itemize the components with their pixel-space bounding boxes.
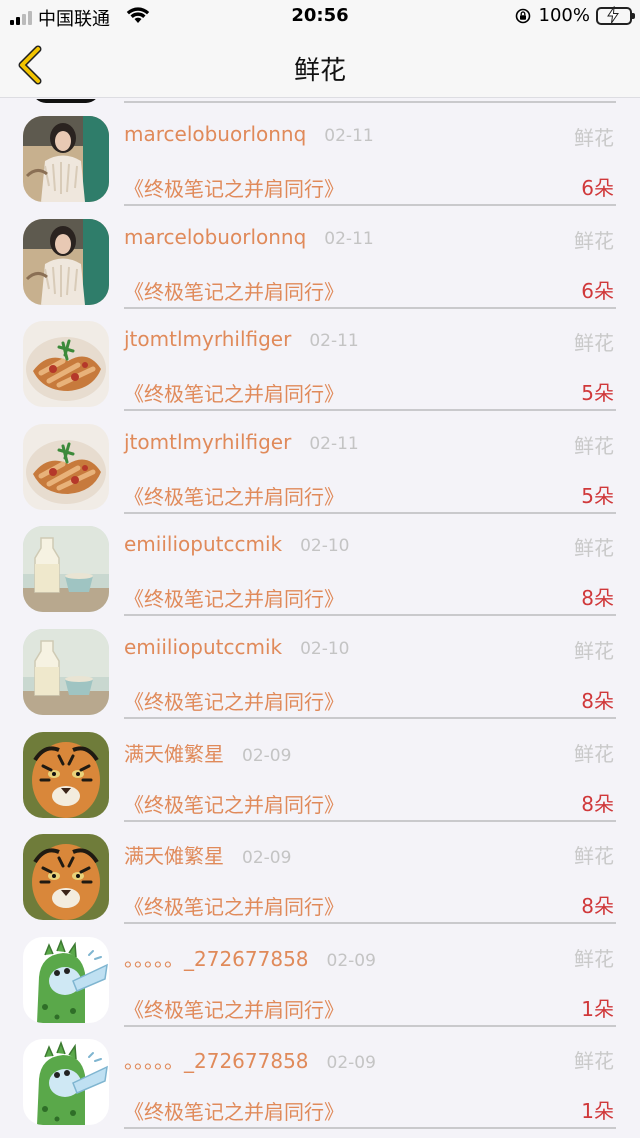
gift-type: 鲜花 xyxy=(574,639,614,663)
name-line: jtomtlmyrhilfiger 02-11 xyxy=(124,327,359,351)
list-item[interactable]: emiilioputccmik 02-10 鲜花《终极笔记之并肩同行》 8朵 xyxy=(0,613,640,719)
battery-percent: 100% xyxy=(538,5,590,26)
row-divider xyxy=(124,1127,616,1130)
user-name[interactable]: emiilioputccmik xyxy=(124,635,282,659)
gift-date: 02-11 xyxy=(309,433,359,454)
avatar[interactable] xyxy=(23,423,109,510)
list-item[interactable]: jtomtlmyrhilfiger 02-11 鲜花《终极笔记之并肩同行》 5朵 xyxy=(0,305,640,412)
name-line: emiilioputccmik 02-10 xyxy=(124,532,349,556)
avatar[interactable] xyxy=(23,526,109,613)
orientation-lock-icon xyxy=(515,8,530,23)
list-item[interactable]: marcelobuorlonnq 02-11 鲜花《终极笔记之并肩同行》 6朵 xyxy=(0,100,640,206)
gift-count: 1朵 xyxy=(581,1099,614,1124)
list-item[interactable]: jtomtlmyrhilfiger 02-11 鲜花《终极笔记之并肩同行》 5朵 xyxy=(0,408,640,514)
gift-count: 8朵 xyxy=(581,586,614,611)
status-bar: 中国联通 20:56 100% xyxy=(0,0,640,32)
gift-count: 5朵 xyxy=(581,483,614,508)
name-line: 满天傩繁星 02-09 xyxy=(124,840,291,869)
book-title[interactable]: 《终极笔记之并肩同行》 xyxy=(124,173,344,202)
list-item[interactable]: 。。。。。_272677858 02-09 鲜花《终极笔记之并肩同行》 1朵 xyxy=(0,1023,640,1130)
navigation-bar: 鲜花 xyxy=(0,32,640,98)
user-name[interactable]: 满天傩繁星 xyxy=(124,738,224,767)
status-right: 100% xyxy=(515,5,635,26)
avatar[interactable] xyxy=(23,731,109,818)
user-name[interactable]: 。。。。。_272677858 xyxy=(124,1045,309,1074)
gift-type: 鲜花 xyxy=(574,126,614,150)
avatar[interactable] xyxy=(23,218,109,305)
avatar[interactable] xyxy=(23,629,109,715)
user-name[interactable]: jtomtlmyrhilfiger xyxy=(124,430,291,454)
gift-type: 鲜花 xyxy=(574,946,614,971)
gift-count: 6朵 xyxy=(581,278,614,303)
gift-date: 02-11 xyxy=(324,126,374,146)
book-title[interactable]: 《终极笔记之并肩同行》 xyxy=(124,994,344,1023)
gift-date: 02-10 xyxy=(300,639,350,659)
name-line: jtomtlmyrhilfiger 02-11 xyxy=(124,430,359,454)
book-title[interactable]: 《终极笔记之并肩同行》 xyxy=(124,276,344,305)
gift-type: 鲜花 xyxy=(574,331,614,356)
gift-count: 8朵 xyxy=(581,791,614,816)
gift-count: 1朵 xyxy=(581,996,614,1021)
gift-type: 鲜花 xyxy=(574,741,614,766)
gift-date: 02-09 xyxy=(326,950,376,971)
book-title[interactable]: 《终极笔记之并肩同行》 xyxy=(124,1096,344,1125)
user-name[interactable]: marcelobuorlonnq xyxy=(124,225,306,249)
list-item[interactable]: emiilioputccmik 02-10 鲜花《终极笔记之并肩同行》 8朵 xyxy=(0,510,640,617)
user-name[interactable]: marcelobuorlonnq xyxy=(124,122,306,146)
gift-type: 鲜花 xyxy=(574,433,614,458)
page-title: 鲜花 xyxy=(293,56,346,86)
gift-type: 鲜花 xyxy=(574,536,614,561)
gift-date: 02-09 xyxy=(242,745,292,766)
name-line: 。。。。。_272677858 02-09 xyxy=(124,943,376,972)
book-title[interactable]: 《终极笔记之并肩同行》 xyxy=(124,378,344,407)
avatar[interactable] xyxy=(23,116,109,202)
list-item[interactable]: marcelobuorlonnq 02-11 鲜花《终极笔记之并肩同行》 6朵 xyxy=(0,203,640,309)
charging-bolt-icon xyxy=(607,5,619,23)
user-name[interactable]: emiilioputccmik xyxy=(124,532,282,556)
gift-type: 鲜花 xyxy=(574,844,614,869)
list-item[interactable]: 。。。。。_272677858 02-09 鲜花《终极笔记之并肩同行》 1朵 xyxy=(0,921,640,1027)
name-line: emiilioputccmik 02-10 xyxy=(124,635,349,659)
list-item[interactable]: 满天傩繁星 02-09 鲜花《终极笔记之并肩同行》 8朵 xyxy=(0,716,640,822)
name-line: marcelobuorlonnq 02-11 xyxy=(124,225,374,249)
book-title[interactable]: 《终极笔记之并肩同行》 xyxy=(124,789,344,818)
gift-count: 8朵 xyxy=(581,689,614,713)
gift-record-list[interactable]: marcelobuorlonnq 02-11 鲜花 《终极笔记之并肩同行》 6朵 mar… xyxy=(0,99,640,1138)
gift-date: 02-09 xyxy=(326,1053,376,1074)
battery-icon xyxy=(596,5,635,25)
gift-date: 02-11 xyxy=(324,228,374,249)
gift-count: 8朵 xyxy=(581,894,614,919)
name-line: 。。。。。_272677858 02-09 xyxy=(124,1045,376,1074)
gift-count: 5朵 xyxy=(581,381,614,406)
book-title[interactable]: 《终极笔记之并肩同行》 xyxy=(124,583,344,612)
avatar[interactable] xyxy=(23,834,109,921)
user-name[interactable]: 。。。。。_272677858 xyxy=(124,943,309,972)
gift-date: 02-09 xyxy=(242,848,292,869)
gift-date: 02-11 xyxy=(309,331,359,352)
gift-type: 鲜花 xyxy=(574,1049,614,1074)
avatar[interactable] xyxy=(23,1039,109,1126)
user-name[interactable]: jtomtlmyrhilfiger xyxy=(124,327,291,351)
gift-count: 6朵 xyxy=(581,176,614,200)
user-name[interactable]: 满天傩繁星 xyxy=(124,840,224,869)
book-title[interactable]: 《终极笔记之并肩同行》 xyxy=(124,481,344,510)
gift-date: 02-10 xyxy=(300,536,350,557)
avatar[interactable] xyxy=(23,936,109,1023)
gift-type: 鲜花 xyxy=(574,228,614,253)
name-line: 满天傩繁星 02-09 xyxy=(124,738,291,767)
list-item[interactable]: 满天傩繁星 02-09 鲜花《终极笔记之并肩同行》 8朵 xyxy=(0,818,640,925)
name-line: marcelobuorlonnq 02-11 xyxy=(124,122,374,146)
book-title[interactable]: 《终极笔记之并肩同行》 xyxy=(124,686,344,715)
avatar[interactable] xyxy=(23,321,109,408)
book-title[interactable]: 《终极笔记之并肩同行》 xyxy=(124,891,344,920)
